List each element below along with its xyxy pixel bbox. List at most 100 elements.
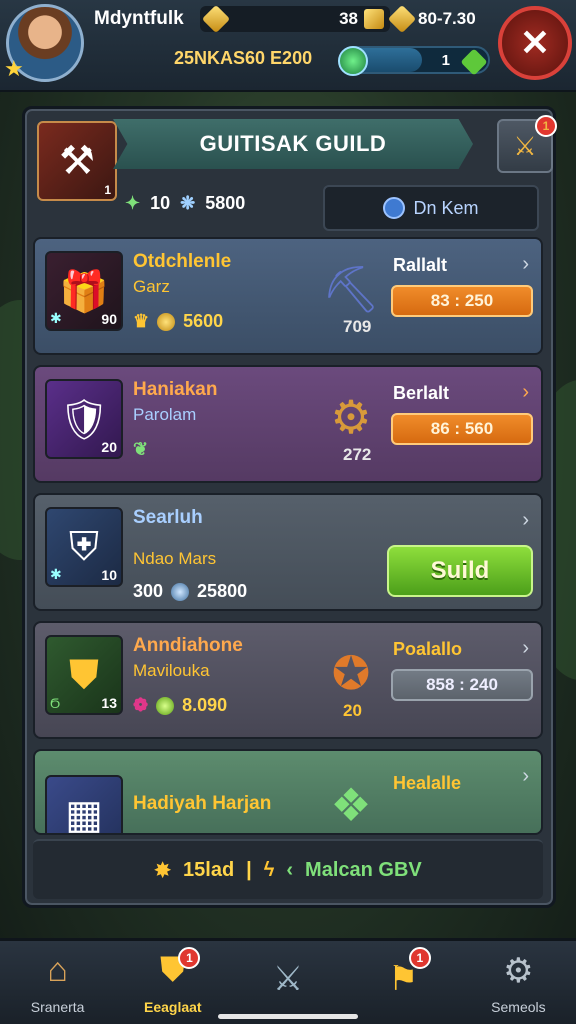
card-subtitle: Parolam: [133, 405, 197, 424]
close-button[interactable]: ✕: [498, 6, 572, 80]
card-status: Berlalt: [393, 383, 450, 403]
timer-button[interactable]: 86 : 560: [391, 413, 533, 445]
card-title: Haniakan: [133, 379, 218, 400]
gem-pile-icon: ❖: [330, 779, 372, 831]
panel-footer: ✸ 15lad | ϟ ‹ Malcan GBV: [33, 839, 543, 899]
resource-a-value: 38: [339, 9, 358, 28]
coin-icon: [364, 9, 384, 29]
nav-item-settings[interactable]: ⚙ Semeols: [461, 941, 576, 1024]
progress-bar: 1: [338, 46, 490, 76]
rune-icon: Ϭ: [50, 695, 61, 711]
orb-icon: [338, 46, 368, 76]
top-bar: ★ Mdyntfulk 38 80-7.30 25NKAS60 E200 1 ✕: [0, 0, 576, 92]
shield-icon: 🛡: [58, 397, 110, 442]
guild-card[interactable]: ▦ Hadiyah Harjan ❖ Healalle ›: [33, 749, 543, 835]
notification-badge: 1: [535, 115, 557, 137]
gold-gem-icon: [201, 4, 231, 34]
guild-card[interactable]: 🛡 20 Haniakan Parolam ❦ ⚙ 272 Berlalt › …: [33, 365, 543, 483]
card-subtitle: Mavilouka: [133, 661, 210, 680]
player-name: Mdyntfulk: [94, 8, 184, 29]
card-thumbnail: ⛊ Ϭ 13: [45, 635, 123, 715]
guild-stats: ✦ 10 ❋ 5800: [125, 193, 245, 214]
blade-icon: ⚔: [272, 959, 304, 998]
treasure-chest-icon: 🎁: [59, 269, 109, 314]
card-title: Hadiyah Harjan: [133, 793, 272, 814]
guild-emblem[interactable]: ⚒ 1: [37, 121, 117, 201]
info-button[interactable]: Dn Kem: [323, 185, 539, 231]
progress-label: 25NKAS60 E200: [174, 48, 313, 68]
card-stats: 300 25800: [133, 581, 247, 602]
chevron-right-icon[interactable]: ›: [522, 381, 529, 404]
golden-shield-icon: ⛊: [69, 652, 99, 697]
bottom-nav: ⌂ Sranerta ⛊ 1 Eeaglaat ⚔ ⚑ 1 ⚙ Semeols: [0, 938, 576, 1024]
nav-item-home[interactable]: ⌂ Sranerta: [0, 941, 115, 1024]
chevron-right-icon[interactable]: ›: [522, 253, 529, 276]
resource-counter-b: 80-7.30: [387, 4, 492, 34]
sparkle-icon: ✱: [50, 566, 62, 582]
chevron-right-icon[interactable]: ›: [522, 765, 529, 788]
card-subtitle: Ndao Mars: [133, 549, 217, 568]
card-stats: ♛ 5600: [133, 311, 223, 332]
card-level: 20: [101, 439, 117, 455]
progress-count: 1: [441, 52, 450, 69]
close-icon: ✕: [519, 22, 551, 63]
stat-a-value: 10: [150, 193, 171, 213]
ruby-icon: ❁: [133, 695, 149, 715]
timer-button[interactable]: 83 : 250: [391, 285, 533, 317]
leaf-icon: ✦: [125, 193, 141, 213]
card-thumbnail: 🎁 ✱ 90: [45, 251, 123, 331]
card-stat-value: 5600: [183, 311, 224, 331]
guild-card[interactable]: ⛊ Ϭ 13 Anndiahone Mavilouka ❁ 8.090 ✪ 20…: [33, 621, 543, 739]
card-title: Otdchlenle: [133, 251, 232, 272]
herb-icon: ❦: [133, 439, 149, 459]
card-level: 13: [101, 695, 117, 711]
lightning-icon: ϟ: [263, 858, 275, 881]
hammer-icon: ⚒: [59, 139, 95, 183]
chevron-right-icon[interactable]: ›: [522, 637, 529, 660]
timer-button[interactable]: 858 : 240: [391, 669, 533, 701]
resource-counter-a: 38: [200, 4, 390, 34]
chest-icon: ▦: [65, 793, 103, 835]
resource-b-value: 80-7.30: [418, 9, 476, 28]
guild-action-button[interactable]: Suild: [387, 545, 533, 597]
crystal-icon: ❋: [180, 193, 196, 213]
nav-label: Sranerta: [30, 998, 85, 1015]
orb-icon: [171, 582, 190, 601]
guild-card[interactable]: 🎁 ✱ 90 Otdchlenle Garz ♛ 5600 ⛏ 709 Rall…: [33, 237, 543, 355]
card-stat-value: 8.090: [182, 695, 228, 715]
footer-left-text: 15lad: [183, 858, 235, 881]
guild-card[interactable]: ⛨ ✱ 10 Searluh Ndao Mars 300 25800 › Sui…: [33, 493, 543, 611]
diamond-icon: [387, 4, 417, 34]
item-count: 709: [343, 317, 372, 336]
nav-item-guild[interactable]: ⛊ 1 Eeaglaat: [115, 941, 230, 1024]
rank-star-icon: ★: [4, 56, 24, 81]
card-status: Healalle: [393, 773, 462, 793]
card-title: Searluh: [133, 507, 203, 528]
home-indicator: [218, 1014, 358, 1019]
card-stat-a: 300: [133, 581, 164, 601]
notification-badge: 1: [178, 947, 201, 969]
card-stats: ❦: [133, 439, 148, 460]
card-status: Rallalt: [393, 255, 448, 275]
footer-separator: |: [246, 858, 252, 881]
chevron-left-icon: ‹: [286, 858, 294, 881]
nav-item-events[interactable]: ⚑ 1: [346, 941, 461, 1024]
guild-crest-icon: ✸: [154, 859, 172, 882]
guild-panel: ⚒ 1 GUITISAK GUILD ⚔ 1 ✦ 10 ❋ 5800 Dn Ke…: [22, 106, 557, 908]
coin-icon: [156, 696, 175, 715]
armor-icon: ⛨: [69, 524, 99, 569]
panel-title: GUITISAK GUILD: [199, 131, 387, 156]
rewards-button[interactable]: ⚔ 1: [497, 115, 557, 173]
nav-item-battle[interactable]: ⚔: [230, 941, 345, 1024]
stat-b-value: 5800: [205, 193, 246, 213]
card-status: Poalallo: [393, 639, 463, 659]
card-stats: ❁ 8.090: [133, 695, 227, 716]
info-icon: [383, 197, 406, 219]
coin-icon: [157, 312, 176, 331]
card-thumbnail: ⛨ ✱ 10: [45, 507, 123, 587]
progress-section: 25NKAS60 E200 1: [170, 42, 490, 76]
gear-icon: ⚙: [503, 951, 534, 990]
chevron-right-icon[interactable]: ›: [522, 509, 529, 532]
nav-label: Eeaglaat: [144, 998, 202, 1015]
title-banner: GUITISAK GUILD: [113, 119, 473, 169]
